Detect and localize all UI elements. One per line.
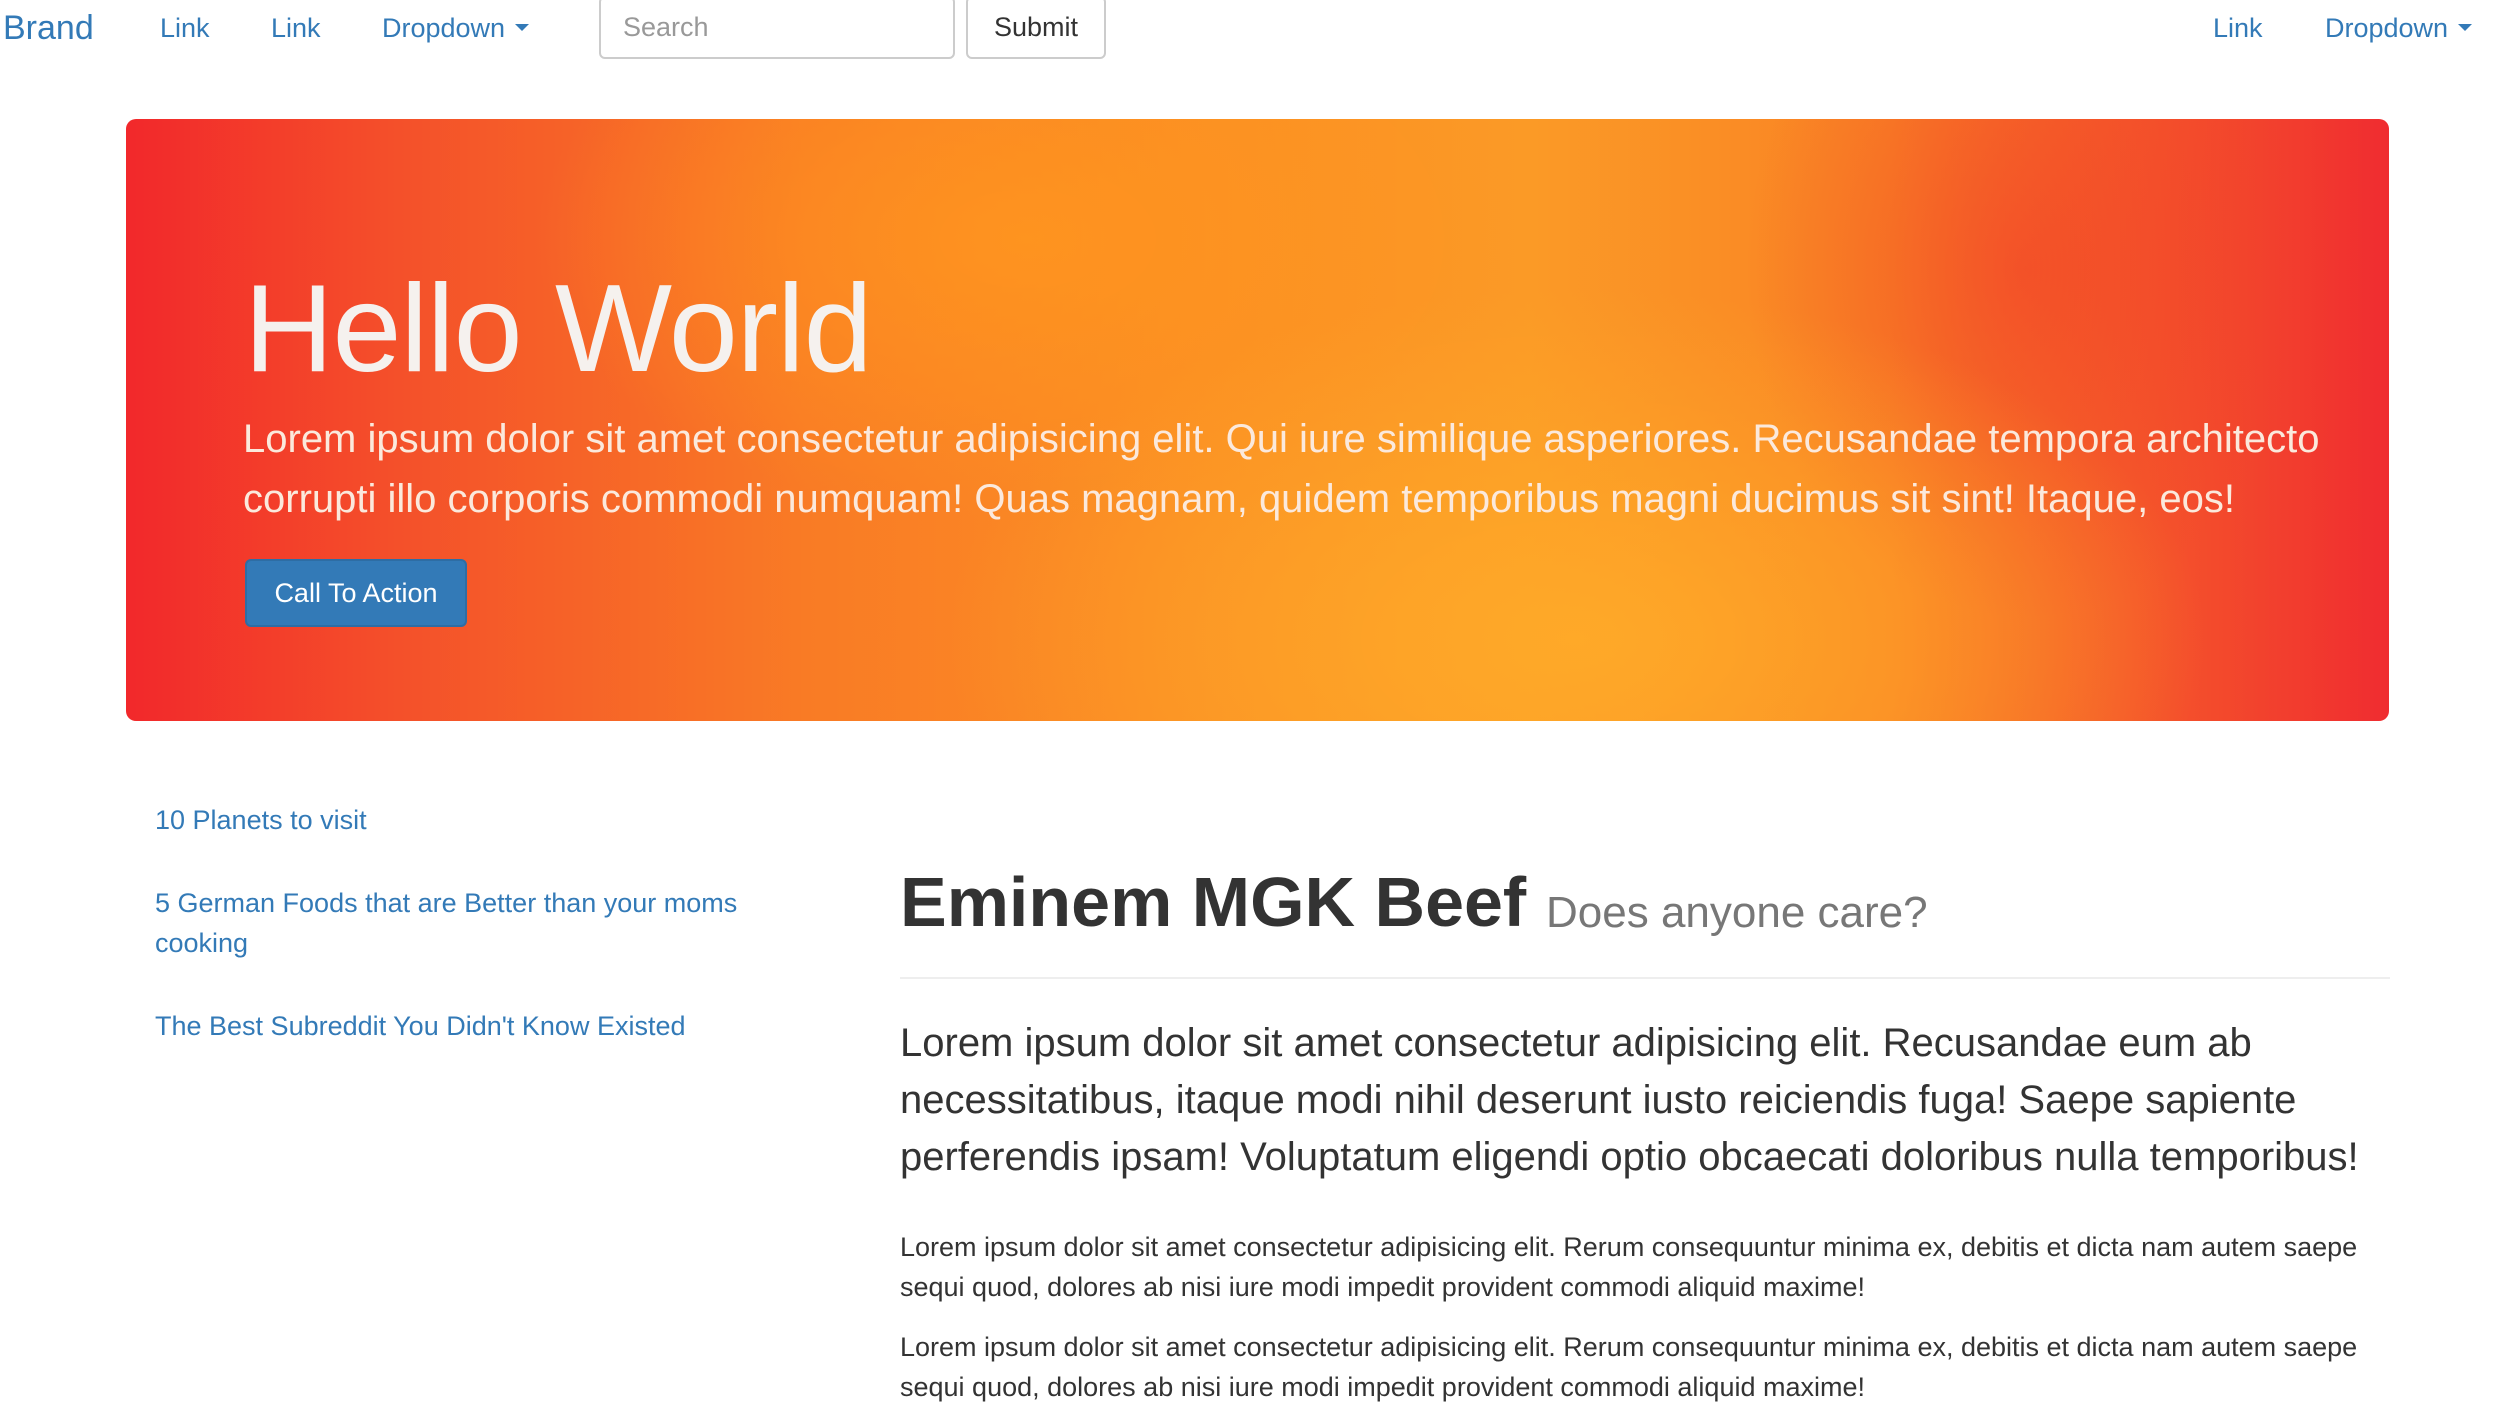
nav-dropdown-label: Dropdown xyxy=(382,13,506,43)
nav-dropdown[interactable]: Dropdown xyxy=(382,10,530,46)
hero-text: Lorem ipsum dolor sit amet consectetur a… xyxy=(243,417,2320,521)
search-input[interactable] xyxy=(599,0,955,59)
sidebar-link-subreddit[interactable]: The Best Subreddit You Didn't Know Exist… xyxy=(155,1006,795,1046)
article-lead: Lorem ipsum dolor sit amet consectetur a… xyxy=(900,1021,2359,1179)
sidebar-link-planets[interactable]: 10 Planets to visit xyxy=(155,800,795,840)
caret-down-icon xyxy=(2458,24,2473,32)
call-to-action-button[interactable]: Call To Action xyxy=(245,559,467,627)
article-paragraph: Lorem ipsum dolor sit amet consectetur a… xyxy=(900,1332,2358,1402)
nav-link-1[interactable]: Link xyxy=(160,10,210,46)
sidebar-link-german-foods[interactable]: 5 German Foods that are Better than your… xyxy=(155,883,795,963)
nav-dropdown-right[interactable]: Dropdown xyxy=(2325,10,2473,46)
submit-button[interactable]: Submit xyxy=(966,0,1106,59)
hero-title: Hello World xyxy=(244,260,873,398)
navbar: Brand Link Link Dropdown Submit Link Dro… xyxy=(0,0,2498,60)
nav-link-2[interactable]: Link xyxy=(271,10,321,46)
article-title: Eminem MGK Beef xyxy=(900,863,1527,941)
hero-jumbotron: Hello World Lorem ipsum dolor sit amet c… xyxy=(126,119,2389,721)
article-paragraph: Lorem ipsum dolor sit amet consectetur a… xyxy=(900,1232,2358,1302)
nav-link-right[interactable]: Link xyxy=(2213,10,2263,46)
brand-link[interactable]: Brand xyxy=(3,8,94,48)
caret-down-icon xyxy=(515,24,530,32)
article-subtitle: Does anyone care? xyxy=(1546,888,1928,937)
article-header: Eminem MGK Beef Does anyone care? xyxy=(900,855,2390,979)
nav-dropdown-right-label: Dropdown xyxy=(2325,13,2449,43)
